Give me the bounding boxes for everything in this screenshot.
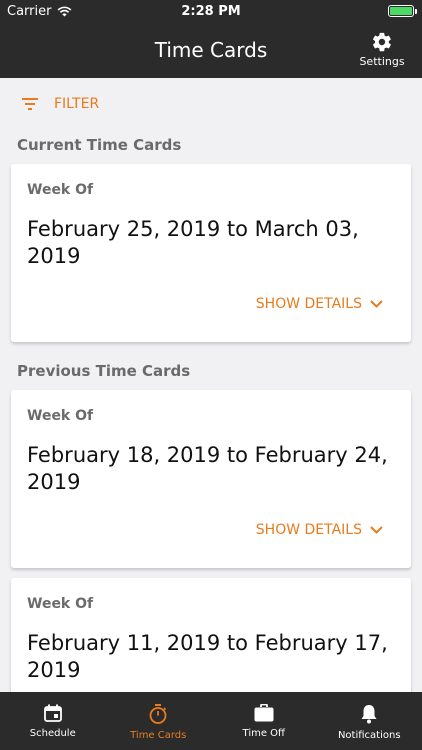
filter-label: FILTER [54,96,100,112]
tab-schedule[interactable]: Schedule [0,692,106,750]
show-details-label: SHOW DETAILS [255,522,362,538]
settings-button[interactable]: Settings [352,31,412,68]
week-of-label: Week Of [27,408,94,424]
app-header: Time Cards Settings [0,24,422,78]
time-card[interactable]: Week Of February 11, 2019 to February 17… [11,578,411,692]
tab-label: Schedule [29,728,76,739]
time-card[interactable]: Week Of February 25, 2019 to March 03, 2… [11,164,411,342]
stopwatch-icon [149,704,167,724]
briefcase-icon [254,704,274,722]
battery-level [390,7,412,15]
status-time: 2:28 PM [181,4,241,19]
show-details-label: SHOW DETAILS [255,296,362,312]
filter-lines-icon [22,98,38,110]
section-title-current: Current Time Cards [17,136,182,154]
time-cards-list[interactable]: FILTER Current Time Cards Week Of Februa… [0,78,422,692]
tab-label: Notifications [337,730,401,741]
tab-bar: Schedule Time Cards Time Off Notificatio… [0,692,422,750]
week-range: February 18, 2019 to February 24, 2019 [27,443,388,494]
tab-label: Time Cards [130,730,187,741]
tab-time-cards[interactable]: Time Cards [106,692,212,750]
time-card[interactable]: Week Of February 18, 2019 to February 24… [11,390,411,568]
week-range: February 11, 2019 to February 17, 2019 [27,631,388,682]
week-of-label: Week Of [27,596,94,612]
show-details-button[interactable]: SHOW DETAILS [256,522,383,538]
show-details-button[interactable]: SHOW DETAILS [256,296,383,312]
section-title-previous: Previous Time Cards [17,362,191,380]
settings-label: Settings [359,55,405,68]
status-bar: Carrier 2:28 PM [0,0,422,24]
chevron-down-icon [370,526,383,534]
chevron-down-icon [370,300,383,308]
week-of-label: Week Of [27,182,94,198]
gear-icon [372,32,391,52]
tab-label: Time Off [242,728,285,739]
tab-notifications[interactable]: Notifications [317,692,422,750]
battery-icon [388,5,417,17]
week-range: February 25, 2019 to March 03, 2019 [27,217,359,268]
tab-time-off[interactable]: Time Off [211,692,317,750]
bell-icon [361,705,377,724]
filter-button[interactable]: FILTER [22,96,99,112]
calendar-icon [43,704,62,722]
